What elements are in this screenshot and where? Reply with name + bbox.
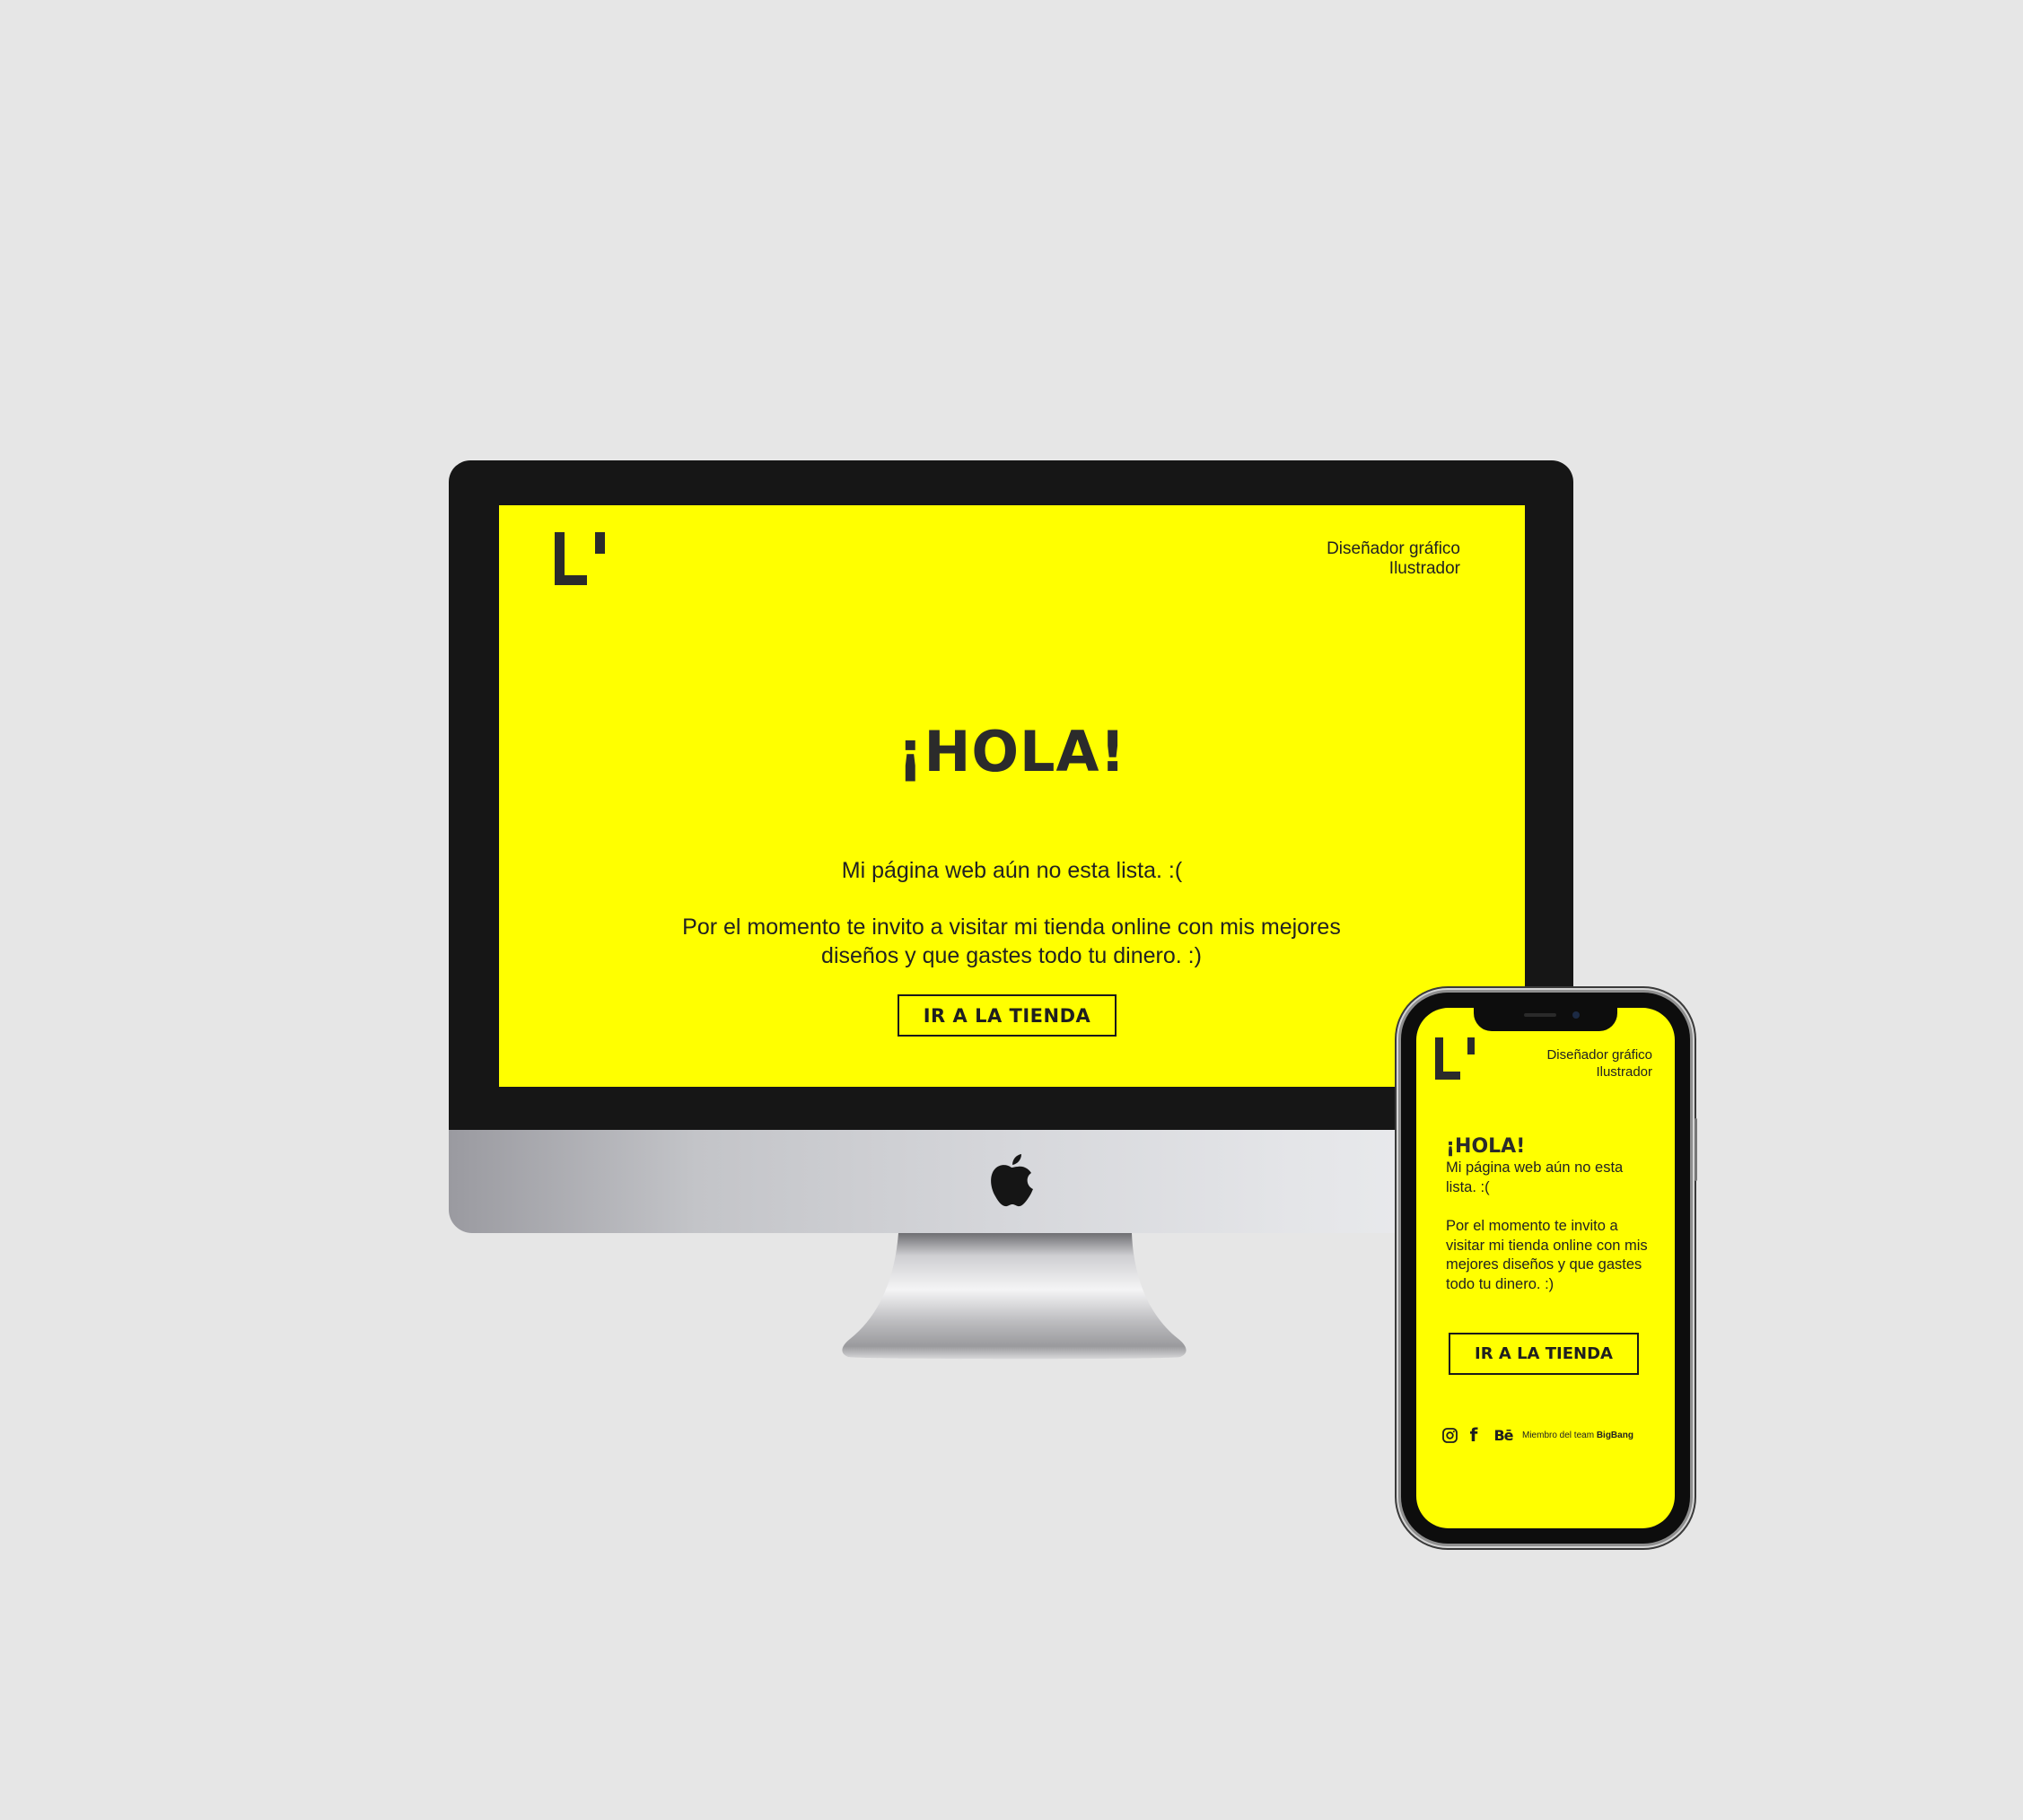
page-title: ¡HOLA! (898, 719, 1126, 784)
page-title: ¡HOLA! (1446, 1135, 1526, 1158)
not-ready-message: Mi página web aún no esta lista. :( (1446, 1159, 1624, 1195)
brand-logo-icon[interactable] (555, 532, 605, 586)
facebook-icon[interactable]: f (1467, 1424, 1480, 1446)
tagline-role-designer: Diseñador gráfico (1327, 539, 1460, 558)
go-to-store-button[interactable]: IR A LA TIENDA (898, 994, 1117, 1037)
desktop-webpage: Diseñador gráfico Ilustrador ¡HOLA! Mi p… (499, 505, 1525, 1087)
brand-logo-icon[interactable] (1435, 1036, 1475, 1081)
mobile-webpage: Diseñador gráfico Ilustrador ¡HOLA! Mi p… (1416, 1008, 1675, 1528)
imac-stand (842, 1233, 1187, 1360)
not-ready-message: Mi página web aún no esta lista. :( (841, 858, 1183, 883)
behance-icon[interactable]: Bē (1491, 1425, 1516, 1445)
mobile-tagline: Diseñador gráfico Ilustrador (1546, 1046, 1652, 1081)
phone-side-button (1695, 1118, 1697, 1181)
phone-notch (1474, 1008, 1617, 1031)
tagline-role-illustrator: Ilustrador (1596, 1064, 1652, 1080)
store-invite-message: Por el momento te invito a visitar mi ti… (1446, 1218, 1648, 1292)
team-credit: Miembro del team BigBang (1522, 1431, 1633, 1440)
phone-speaker (1524, 1013, 1556, 1017)
mobile-footer: f Bē Miembro del team BigBang (1441, 1424, 1656, 1446)
go-to-store-button[interactable]: IR A LA TIENDA (1449, 1333, 1639, 1375)
desktop-tagline: Diseñador gráfico Ilustrador (1327, 539, 1460, 579)
apple-logo-icon (991, 1154, 1033, 1207)
phone-camera-icon (1572, 1011, 1580, 1019)
instagram-icon[interactable] (1441, 1425, 1458, 1445)
team-credit-name[interactable]: BigBang (1597, 1431, 1633, 1440)
tagline-role-illustrator: Ilustrador (1388, 559, 1460, 578)
iphone-mockup: Diseñador gráfico Ilustrador ¡HOLA! Mi p… (1401, 993, 1697, 1544)
tagline-role-designer: Diseñador gráfico (1546, 1047, 1652, 1063)
team-credit-prefix: Miembro del team (1522, 1430, 1595, 1440)
store-invite-message: Por el momento te invito a visitar mi ti… (682, 914, 1341, 968)
